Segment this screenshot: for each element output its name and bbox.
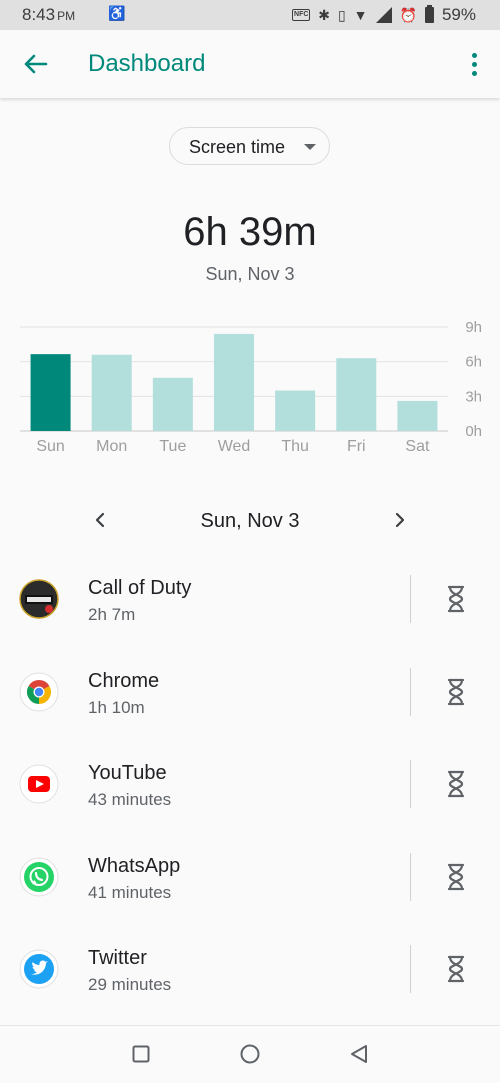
page-title: Dashboard: [88, 50, 206, 77]
x-tick-label: Mon: [96, 438, 127, 455]
app-usage-time: 1h 10m: [88, 697, 145, 717]
x-tick-label: Fri: [347, 438, 366, 455]
app-timer-button[interactable]: [440, 583, 472, 615]
app-usage-time: 2h 7m: [88, 605, 136, 624]
y-tick-label: 3h: [465, 388, 482, 405]
arrow-back-icon: [24, 54, 48, 74]
summary-date: Sun, Nov 3: [205, 264, 295, 284]
chevron-left-icon: [95, 512, 105, 528]
hourglass-icon: [447, 770, 465, 798]
chrome-icon: [19, 672, 59, 711]
bar-tue[interactable]: [152, 377, 193, 431]
divider: [410, 760, 411, 808]
alarm-icon: ⏰: [399, 6, 417, 23]
bar-fri[interactable]: [336, 358, 377, 431]
app-usage-time: 41 minutes: [88, 882, 172, 902]
app-usage-time: 29 minutes: [88, 975, 172, 994]
circle-icon: [240, 1044, 260, 1064]
signal-icon: [375, 7, 392, 23]
triangle-back-icon: [351, 1045, 367, 1063]
bar-thu[interactable]: [275, 390, 316, 431]
bar-sat[interactable]: [397, 400, 438, 431]
app-timer-button[interactable]: [440, 676, 472, 708]
app-name: YouTube: [88, 762, 167, 784]
dropdown-value: Screen time: [189, 137, 286, 157]
metric-dropdown[interactable]: Screen time: [169, 127, 330, 165]
total-screen-time: 6h 39m: [183, 210, 317, 254]
home-button[interactable]: [238, 1042, 262, 1066]
divider: [410, 945, 411, 993]
vibrate-icon: ▯: [337, 6, 346, 23]
more-options-button[interactable]: [464, 48, 484, 80]
youtube-icon: [19, 764, 59, 804]
battery-icon: [424, 5, 434, 23]
wifi-icon: ▼: [353, 7, 368, 23]
hourglass-icon: [447, 863, 465, 890]
back-button[interactable]: [18, 46, 54, 82]
x-tick-label: Wed: [218, 438, 251, 455]
y-tick-label: 6h: [465, 354, 482, 371]
twitter-icon: [19, 949, 59, 989]
app-timer-button[interactable]: [440, 953, 472, 985]
whatsapp-icon: [19, 857, 59, 896]
app-name: Call of Duty: [88, 577, 192, 599]
app-timer-button[interactable]: [440, 768, 472, 800]
previous-day-button[interactable]: [88, 508, 112, 532]
app-bar: Dashboard: [0, 30, 500, 98]
app-name: Twitter: [88, 947, 147, 969]
y-tick-label: 9h: [465, 319, 482, 336]
divider: [410, 852, 411, 901]
status-time: 8:43 PM: [22, 5, 76, 24]
square-icon: [132, 1045, 150, 1063]
accessibility-icon: ♿: [108, 5, 126, 21]
list-item-twitter[interactable]: Twitter 29 minutes: [0, 925, 500, 1018]
status-bar: 8:43 PM ♿ NFC ✱ ▯ ▼ ⏰ 59%: [0, 0, 500, 30]
more-vert-icon: [471, 52, 477, 58]
selected-day-label: Sun, Nov 3: [200, 510, 300, 532]
x-tick-label: Thu: [281, 438, 309, 455]
list-item-call-of-duty[interactable]: Call of Duty 2h 7m: [0, 555, 500, 648]
y-tick-label: 0h: [465, 423, 482, 440]
hourglass-icon: [447, 955, 465, 983]
app-name: Chrome: [88, 669, 160, 692]
divider: [410, 667, 411, 716]
next-day-button[interactable]: [388, 508, 412, 532]
app-usage-list: Call of Duty 2h 7m Chrome 1h 10m YouTube…: [0, 555, 500, 1018]
list-item-chrome[interactable]: Chrome 1h 10m: [0, 648, 500, 741]
call-of-duty-icon: [19, 579, 59, 619]
app-timer-button[interactable]: [440, 861, 472, 893]
hourglass-icon: [447, 585, 465, 613]
list-item-whatsapp[interactable]: WhatsApp 41 minutes: [0, 833, 500, 926]
nav-back-button[interactable]: [347, 1042, 371, 1066]
bar-wed[interactable]: [214, 333, 254, 431]
system-nav-bar: [0, 1025, 500, 1083]
x-tick-label: Sat: [405, 438, 430, 455]
bar-mon[interactable]: [91, 354, 132, 431]
battery-level: 59%: [441, 5, 476, 24]
app-usage-time: 43 minutes: [88, 790, 172, 809]
hourglass-icon: [447, 678, 465, 705]
chevron-right-icon: [395, 512, 405, 528]
day-navigation: Sun, Nov 3: [0, 500, 500, 540]
x-tick-label: Tue: [159, 438, 186, 455]
nfc-icon: NFC: [292, 9, 311, 21]
divider: [410, 575, 411, 623]
dropdown-arrow-icon: [304, 144, 316, 150]
list-item-youtube[interactable]: YouTube 43 minutes: [0, 740, 500, 833]
app-name: WhatsApp: [88, 854, 181, 877]
bar-sun[interactable]: [30, 354, 71, 431]
bluetooth-icon: ✱: [318, 6, 330, 23]
x-tick-label: Sun: [36, 438, 64, 455]
recents-button[interactable]: [129, 1042, 153, 1066]
weekly-usage-chart: 0h 3h 6h 9h Sun Mon Tue Wed Thu Fri Sat: [20, 319, 482, 455]
